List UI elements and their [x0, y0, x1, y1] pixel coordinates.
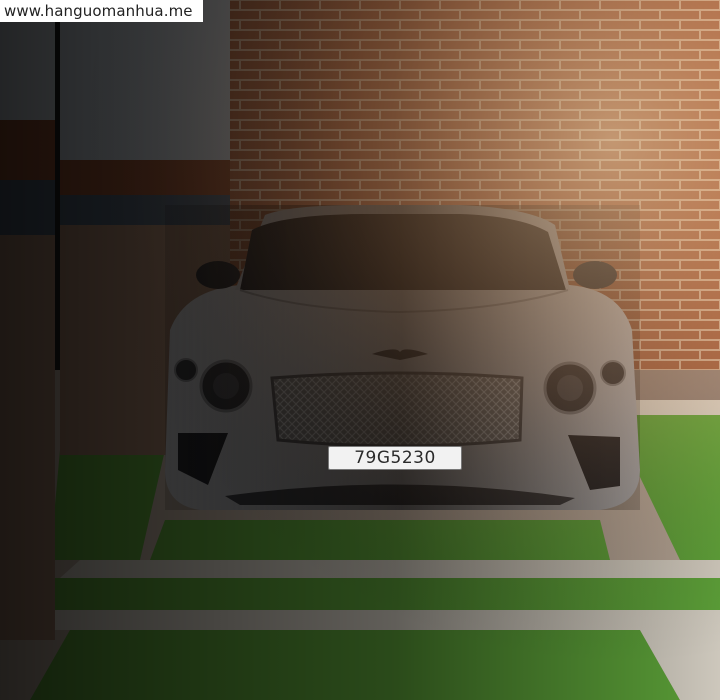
parking-garage-scene: [0, 0, 720, 700]
light-glow: [0, 0, 720, 700]
license-plate: 79G5230: [328, 446, 462, 470]
watermark-text: www.hanguomanhua.me: [0, 0, 203, 22]
